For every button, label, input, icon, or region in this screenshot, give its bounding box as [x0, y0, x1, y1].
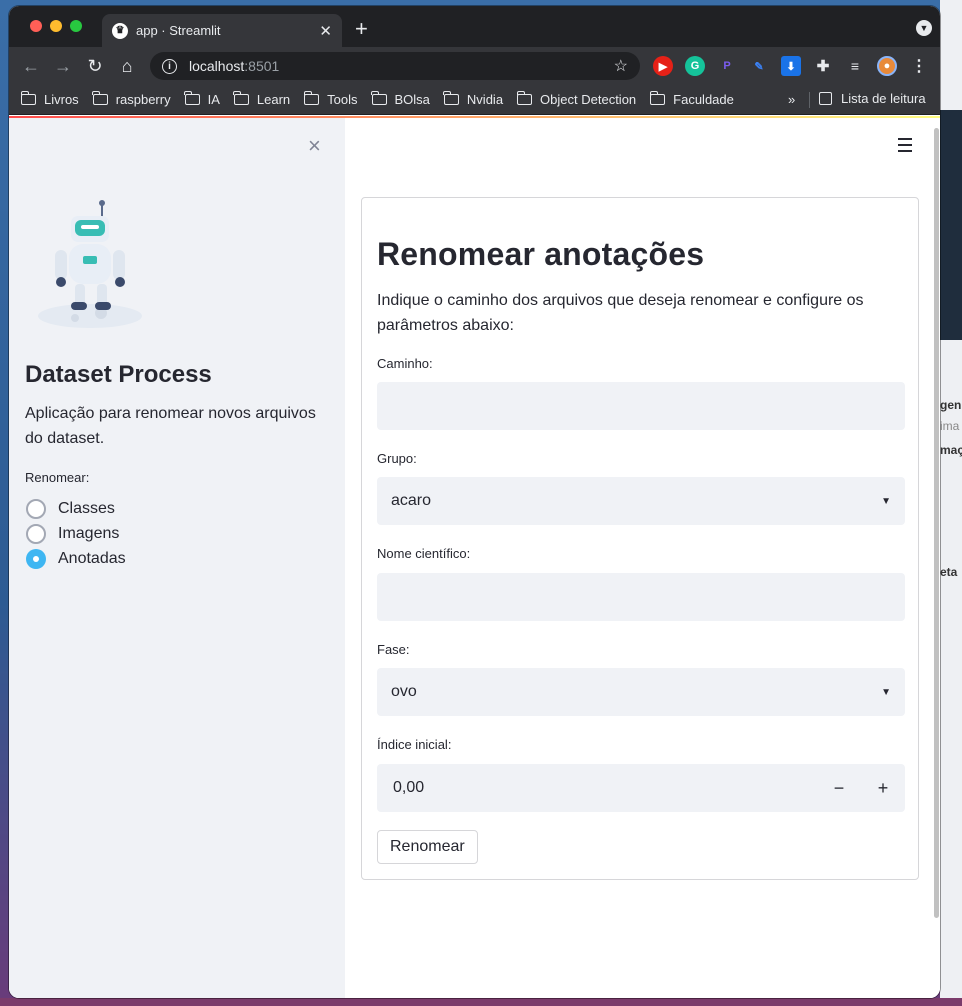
grupo-selected-value: acaro — [391, 492, 432, 509]
bookmark-folder[interactable]: Faculdade — [649, 91, 734, 107]
bookmark-star-icon[interactable]: ☆ — [614, 56, 628, 76]
pen-extension-icon[interactable]: ✎ — [749, 56, 769, 76]
hamburger-menu-icon[interactable] — [898, 138, 912, 156]
new-tab-button[interactable]: + — [355, 16, 368, 42]
nome-cientifico-label: Nome científico: — [377, 546, 471, 561]
sidebar: × Dataset Process Aplicação para renomea… — [9, 118, 345, 998]
fase-label: Fase: — [377, 642, 410, 657]
tab-search-icon[interactable]: ▼ — [916, 20, 932, 36]
desktop-background-window: gen ima maç eta — [940, 0, 962, 1006]
sidebar-description: Aplicação para renomear novos arquivos d… — [25, 405, 316, 447]
youtube-extension-icon[interactable]: ▶ — [653, 56, 673, 76]
folder-icon — [371, 91, 387, 105]
grammarly-extension-icon[interactable]: G — [685, 56, 705, 76]
form-description: Indique o caminho dos arquivos que desej… — [377, 292, 864, 334]
maximize-window-button[interactable] — [70, 20, 82, 32]
chevron-down-icon[interactable]: ▼ — [881, 687, 891, 698]
tab-app-streamlit[interactable]: ♛ app · Streamlit ✕ — [102, 14, 342, 47]
bookmarks-bar: Livros raspberry IA Learn Tools BOlsa Nv… — [9, 85, 940, 115]
radio-option-imagens[interactable]: Imagens — [26, 521, 126, 546]
desktop-dock-edge — [0, 998, 962, 1006]
bookmark-folder[interactable]: Learn — [233, 91, 290, 107]
site-info-icon[interactable]: i — [162, 58, 177, 74]
url-host: localhost — [189, 58, 245, 74]
grupo-label: Grupo: — [377, 451, 417, 466]
radio-option-classes[interactable]: Classes — [26, 496, 126, 521]
bookmark-folder[interactable]: Tools — [303, 91, 358, 107]
indice-inicial-label: Índice inicial: — [377, 737, 452, 752]
fase-selected-value: ovo — [391, 683, 417, 700]
radio-group-label: Renomear: — [25, 470, 90, 485]
tab-title: app · Streamlit — [136, 23, 221, 38]
bookmark-folder[interactable]: Nvidia — [443, 91, 503, 107]
folder-icon — [443, 91, 459, 105]
increment-button[interactable]: + — [861, 778, 905, 799]
media-control-icon[interactable]: ≡ — [845, 56, 865, 76]
minimize-window-button[interactable] — [50, 20, 62, 32]
bookmark-folder[interactable]: Livros — [20, 91, 79, 107]
indice-inicial-value[interactable]: 0,00 — [391, 779, 424, 797]
purple-p-extension-icon[interactable]: P — [717, 56, 737, 76]
streamlit-app: × Dataset Process Aplicação para renomea… — [9, 116, 940, 998]
streamlit-crown-icon: ♛ — [112, 22, 128, 39]
forward-arrow-icon[interactable]: → — [47, 56, 79, 77]
folder-icon — [92, 91, 108, 105]
bookmark-folder[interactable]: Object Detection — [516, 91, 636, 107]
download-extension-icon[interactable]: ⬇ — [781, 56, 801, 76]
url-port: :8501 — [244, 58, 280, 74]
desktop-window-preview — [940, 110, 962, 340]
folder-icon — [516, 91, 533, 105]
radio-unchecked-icon[interactable] — [26, 523, 46, 544]
nome-cientifico-input[interactable] — [377, 573, 905, 621]
radio-unchecked-icon[interactable] — [26, 498, 46, 519]
chevron-down-icon[interactable]: ▼ — [881, 496, 891, 507]
close-window-button[interactable] — [30, 20, 42, 32]
astronaut-robot-illustration — [38, 200, 142, 328]
radio-option-label: Imagens — [58, 524, 120, 542]
sidebar-title: Dataset Process — [25, 361, 212, 388]
scrollbar[interactable] — [933, 128, 940, 928]
folder-icon — [303, 91, 320, 105]
bookmark-folder[interactable]: raspberry — [92, 91, 171, 107]
renomear-button[interactable]: Renomear — [377, 830, 478, 864]
decrement-button[interactable]: − — [817, 778, 861, 799]
grupo-select[interactable]: acaro ▼ — [377, 477, 905, 525]
indice-inicial-number-input[interactable]: 0,00 − + — [377, 764, 905, 812]
rename-form: Renomear anotações Indique o caminho dos… — [361, 197, 919, 880]
profile-avatar[interactable]: ● — [877, 56, 897, 76]
close-tab-icon[interactable]: ✕ — [319, 22, 332, 40]
reading-list-button[interactable]: Lista de leitura — [819, 91, 926, 106]
bookmarks-overflow-button[interactable]: » — [788, 92, 795, 107]
browser-window: ♛ app · Streamlit ✕ + ▼ ← → ↻ ⌂ i localh… — [9, 6, 940, 998]
rename-mode-radio-group: Classes Imagens Anotadas — [26, 496, 126, 571]
close-sidebar-icon[interactable]: × — [308, 133, 321, 159]
reload-icon[interactable]: ↻ — [79, 56, 111, 77]
page-title: Renomear anotações — [377, 236, 705, 272]
radio-option-label: Anotadas — [58, 549, 126, 567]
bookmarks-divider — [809, 92, 810, 108]
folder-icon — [649, 91, 666, 105]
fase-select[interactable]: ovo ▼ — [377, 668, 905, 716]
folder-icon — [233, 91, 249, 105]
caminho-label: Caminho: — [377, 356, 433, 371]
bookmark-folder[interactable]: IA — [184, 91, 220, 107]
chrome-menu-icon[interactable]: ⋮ — [909, 56, 929, 76]
caminho-input[interactable] — [377, 382, 905, 430]
home-icon[interactable]: ⌂ — [111, 56, 143, 77]
browser-toolbar: ← → ↻ ⌂ i localhost:8501 ☆ ▶ G P ✎ ⬇ ✚ ≡… — [9, 47, 940, 85]
bookmark-folder[interactable]: BOlsa — [371, 91, 430, 107]
radio-option-label: Classes — [58, 499, 115, 517]
folder-icon — [20, 91, 36, 105]
scrollbar-thumb[interactable] — [934, 128, 939, 918]
radio-checked-icon[interactable] — [26, 548, 46, 569]
folder-icon — [184, 91, 200, 105]
extensions-puzzle-icon[interactable]: ✚ — [813, 56, 833, 76]
address-bar[interactable]: i localhost:8501 ☆ — [150, 52, 640, 80]
tab-bar: ♛ app · Streamlit ✕ + ▼ — [9, 6, 940, 47]
radio-option-anotadas[interactable]: Anotadas — [26, 546, 126, 571]
main-content: Renomear anotações Indique o caminho dos… — [345, 118, 940, 998]
reading-list-icon — [819, 92, 832, 105]
back-arrow-icon[interactable]: ← — [15, 56, 47, 77]
